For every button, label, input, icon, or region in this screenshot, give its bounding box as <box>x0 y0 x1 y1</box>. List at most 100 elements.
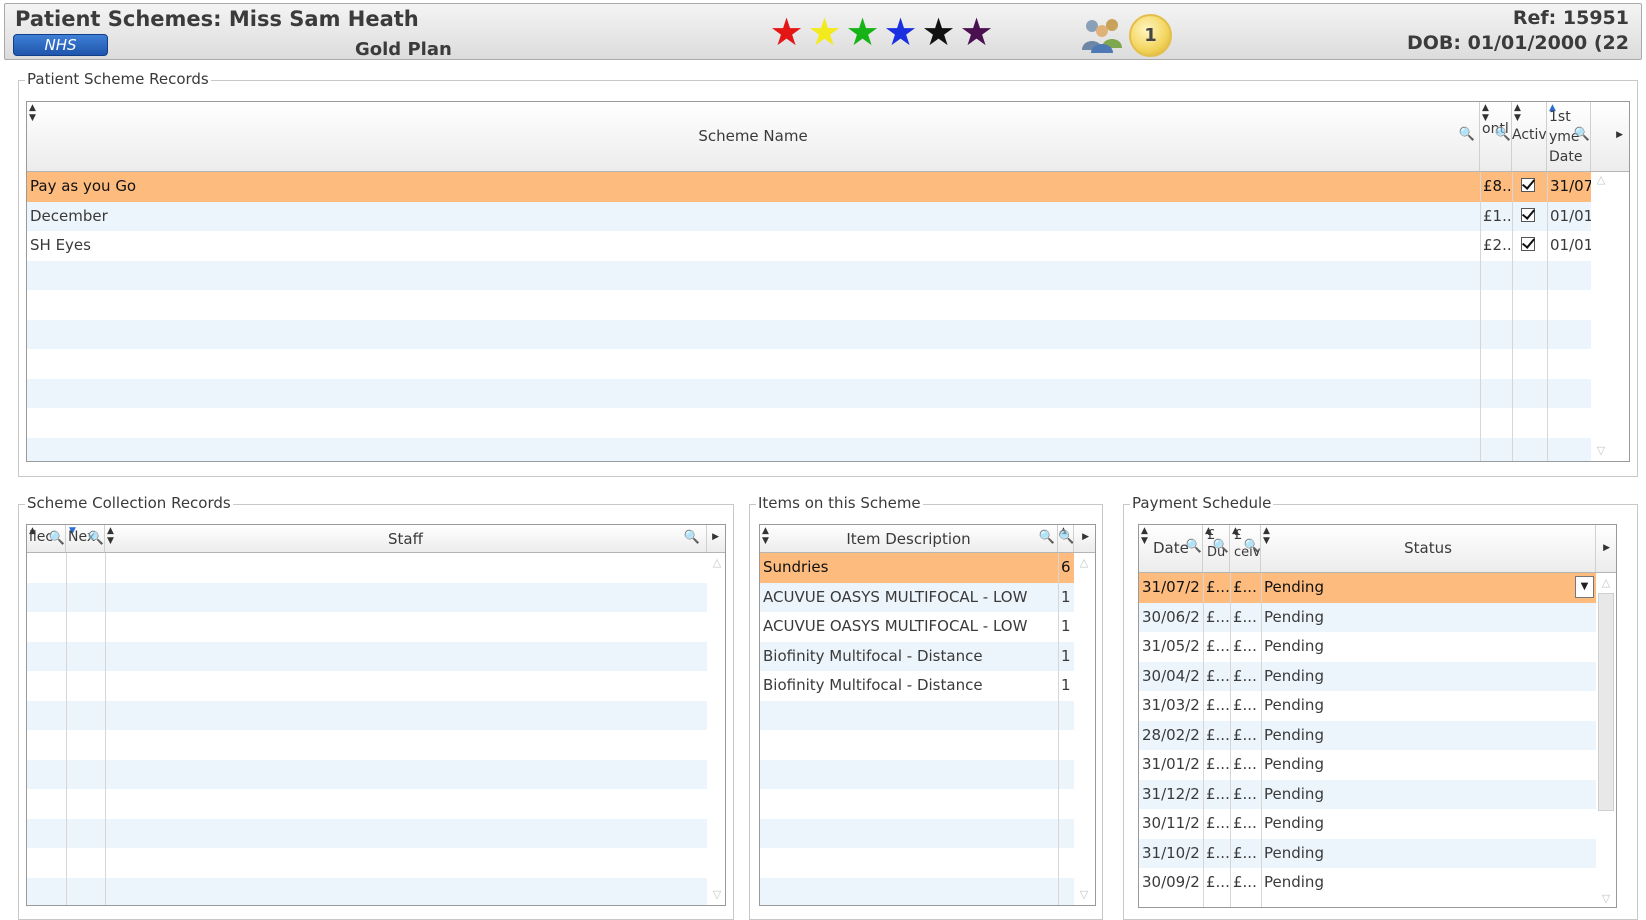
payment-status-cell[interactable]: Pending <box>1261 868 1596 898</box>
table-row[interactable]: Sundries 6 <box>760 553 1074 583</box>
payment-received-cell[interactable]: £... <box>1230 573 1261 603</box>
scroll-up-icon[interactable]: △ <box>1594 174 1608 185</box>
active-checkbox[interactable] <box>1521 237 1535 251</box>
col-due[interactable]: ▲ £ Du 🔍 <box>1203 525 1230 572</box>
search-icon[interactable]: 🔍 <box>88 531 104 546</box>
table-row[interactable]: Pay as you Go£8... 31/07 <box>27 172 1591 202</box>
col-status[interactable]: ▲ ▼ Status <box>1261 525 1596 572</box>
scroll-down-icon[interactable]: ▽ <box>710 889 724 900</box>
scheme-date-cell[interactable]: 01/01 <box>1547 202 1591 232</box>
column-chooser-arrow-icon[interactable]: ▶ <box>1082 532 1089 542</box>
item-quantity-cell[interactable]: 1 <box>1058 671 1074 701</box>
scheme-active-cell[interactable] <box>1512 202 1547 232</box>
search-icon[interactable]: 🔍 <box>1459 127 1475 142</box>
table-row[interactable]: 31/07/2 £... £... Pending ▼ <box>1139 573 1596 603</box>
item-quantity-cell[interactable]: 1 <box>1058 612 1074 642</box>
table-row[interactable]: 30/04/2 £... £... Pending <box>1139 661 1596 692</box>
scheme-name-cell[interactable]: Pay as you Go <box>27 172 1480 202</box>
payment-due-cell[interactable]: £... <box>1203 780 1230 810</box>
payment-due-cell[interactable]: £... <box>1203 632 1230 662</box>
payment-status-cell[interactable]: Pending <box>1261 809 1596 839</box>
payment-received-cell[interactable]: £... <box>1230 868 1261 898</box>
scheme-amount-cell[interactable]: £2... <box>1480 231 1512 261</box>
scroll-thumb[interactable] <box>1598 593 1614 811</box>
search-icon[interactable]: 🔍 <box>1058 530 1073 545</box>
search-icon[interactable]: 🔍 <box>1495 127 1511 142</box>
payment-status-cell[interactable]: Pending <box>1261 691 1596 721</box>
active-checkbox[interactable] <box>1521 178 1535 192</box>
payment-due-cell[interactable]: £... <box>1203 691 1230 721</box>
table-row[interactable]: 28/02/2 £... £... Pending <box>1139 720 1596 751</box>
col-first-payment-date[interactable]: ▲ 1st yme Date 🔍 <box>1547 102 1591 171</box>
payment-date-cell[interactable]: 30/09/2 <box>1139 868 1203 898</box>
search-icon[interactable]: 🔍 <box>1244 539 1260 554</box>
item-description-cell[interactable]: ACUVUE OASYS MULTIFOCAL - LOW <box>760 583 1058 613</box>
payment-received-cell[interactable]: £... <box>1230 691 1261 721</box>
item-description-cell[interactable]: ACUVUE OASYS MULTIFOCAL - LOW <box>760 612 1058 642</box>
star-blue-icon[interactable]: ★ <box>883 11 918 53</box>
active-checkbox[interactable] <box>1521 207 1535 222</box>
col-active[interactable]: ▲▼ Active <box>1512 102 1547 171</box>
payment-received-cell[interactable]: £... <box>1230 632 1261 662</box>
payment-due-cell[interactable]: £... <box>1203 839 1230 869</box>
table-row[interactable]: 30/06/2 £... £... Pending <box>1139 602 1596 633</box>
scheme-date-cell[interactable]: 01/01 <box>1547 231 1591 261</box>
payment-received-cell[interactable]: £... <box>1230 750 1261 780</box>
payment-due-cell[interactable]: £... <box>1203 868 1230 898</box>
star-green-icon[interactable]: ★ <box>845 11 880 53</box>
table-row[interactable]: 31/10/2 £... £... Pending <box>1139 838 1596 869</box>
payment-status-cell[interactable]: Pending <box>1261 632 1596 662</box>
search-icon[interactable]: 🔍 <box>1039 530 1055 545</box>
payment-schedule-grid[interactable]: ▲ ▼ Date 🔍 ▲ £ Du 🔍 ▲ £ ceiv 🔍 ▲ ▼ Status … <box>1138 524 1617 908</box>
payment-date-cell[interactable]: 31/05/2 <box>1139 632 1203 662</box>
table-row[interactable]: 31/05/2 £... £... Pending <box>1139 632 1596 662</box>
item-quantity-cell[interactable]: 1 <box>1058 583 1074 613</box>
col-quantity[interactable]: ▲ 🔍 <box>1058 525 1074 552</box>
scroll-up-icon[interactable]: △ <box>1077 557 1091 568</box>
star-black-icon[interactable]: ★ <box>921 11 956 53</box>
collection-grid[interactable]: ▲ llec 🔍 ▼ Nex 🔍 ▲ ▼ Staff 🔍 ▶ △ ▽ <box>26 524 726 906</box>
search-icon[interactable]: 🔍 <box>684 530 700 545</box>
col-next[interactable]: ▼ Nex 🔍 <box>66 525 105 552</box>
payment-date-cell[interactable]: 31/10/2 <box>1139 839 1203 869</box>
payment-date-cell[interactable]: 31/03/2 <box>1139 691 1203 721</box>
nhs-badge[interactable]: NHS <box>13 34 108 56</box>
items-grid[interactable]: ▲ ▼ Item Description 🔍 ▲ 🔍 ▶ Sundries 6 ACU… <box>759 524 1096 906</box>
payment-status-cell[interactable]: Pending <box>1261 603 1596 633</box>
payment-status-cell[interactable]: Pending <box>1261 721 1596 751</box>
payment-received-cell[interactable]: £... <box>1230 780 1261 810</box>
scroll-down-icon[interactable]: ▽ <box>1599 893 1613 904</box>
scheme-scrollbar[interactable]: △ ▽ <box>1591 172 1611 461</box>
col-payment-date[interactable]: ▲ ▼ Date 🔍 <box>1139 525 1203 572</box>
payment-status-cell[interactable]: Pending <box>1261 662 1596 692</box>
payment-status-cell[interactable]: Pending <box>1261 839 1596 869</box>
count-badge[interactable]: 1 <box>1129 14 1172 57</box>
scroll-down-icon[interactable]: ▽ <box>1077 889 1091 900</box>
item-quantity-cell[interactable]: 6 <box>1058 553 1074 583</box>
scheme-name-cell[interactable]: SH Eyes <box>27 231 1480 261</box>
table-row[interactable]: 30/09/2 £... £... Pending <box>1139 868 1596 898</box>
payment-scrollbar[interactable]: △ ▽ <box>1596 573 1616 907</box>
table-row[interactable]: ACUVUE OASYS MULTIFOCAL - LOW 1 <box>760 582 1074 613</box>
column-chooser-arrow-icon[interactable]: ▶ <box>712 532 719 542</box>
table-row[interactable]: December£1... 01/01 <box>27 201 1591 232</box>
scheme-records-grid[interactable]: ▲▼ Scheme Name 🔍 ▲▼ ontl £ 🔍 ▲▼ Active ▲… <box>26 101 1630 462</box>
search-icon[interactable]: 🔍 <box>1213 539 1229 554</box>
table-row[interactable]: Biofinity Multifocal - Distance 1 <box>760 671 1074 701</box>
payment-due-cell[interactable]: £... <box>1203 750 1230 780</box>
payment-date-cell[interactable]: 30/04/2 <box>1139 662 1203 692</box>
payment-date-cell[interactable]: 30/06/2 <box>1139 603 1203 633</box>
scheme-amount-cell[interactable]: £8... <box>1480 172 1512 202</box>
col-item-description[interactable]: ▲ ▼ Item Description 🔍 <box>760 525 1058 552</box>
table-row[interactable]: 31/12/2 £... £... Pending <box>1139 779 1596 810</box>
item-description-cell[interactable]: Biofinity Multifocal - Distance <box>760 642 1058 672</box>
col-amount[interactable]: ▲▼ ontl £ 🔍 <box>1480 102 1512 171</box>
star-yellow-icon[interactable]: ★ <box>807 11 842 53</box>
payment-received-cell[interactable]: £... <box>1230 662 1261 692</box>
payment-date-cell[interactable]: 31/12/2 <box>1139 780 1203 810</box>
status-dropdown-button[interactable]: ▼ <box>1575 576 1594 598</box>
payment-received-cell[interactable]: £... <box>1230 603 1261 633</box>
payment-date-cell[interactable]: 31/07/2 <box>1139 573 1203 603</box>
payment-due-cell[interactable]: £... <box>1203 809 1230 839</box>
column-chooser-arrow-icon[interactable]: ▶ <box>1616 130 1623 140</box>
